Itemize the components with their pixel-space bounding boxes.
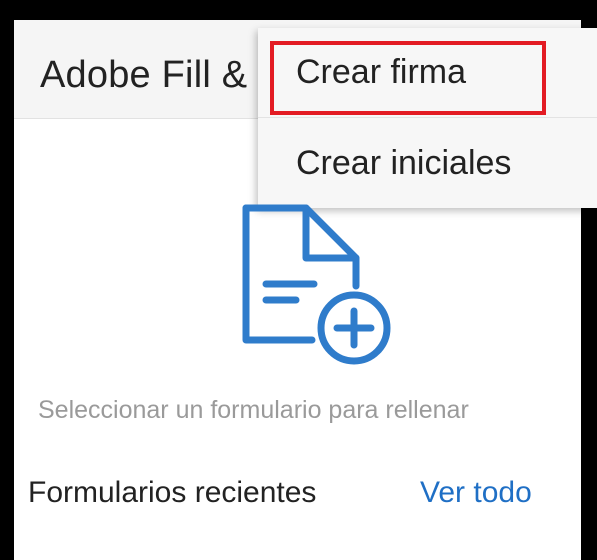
recent-forms-heading: Formularios recientes — [28, 476, 317, 509]
menu-item-create-initials[interactable]: Crear iniciales — [258, 119, 597, 207]
select-form-prompt[interactable]: Seleccionar un formulario para rellenar — [38, 396, 469, 425]
menu-item-label: Crear iniciales — [296, 143, 512, 182]
document-add-icon[interactable] — [228, 200, 398, 370]
highlight-box — [270, 41, 546, 115]
menu-divider — [258, 117, 597, 118]
view-all-link[interactable]: Ver todo — [420, 476, 532, 510]
